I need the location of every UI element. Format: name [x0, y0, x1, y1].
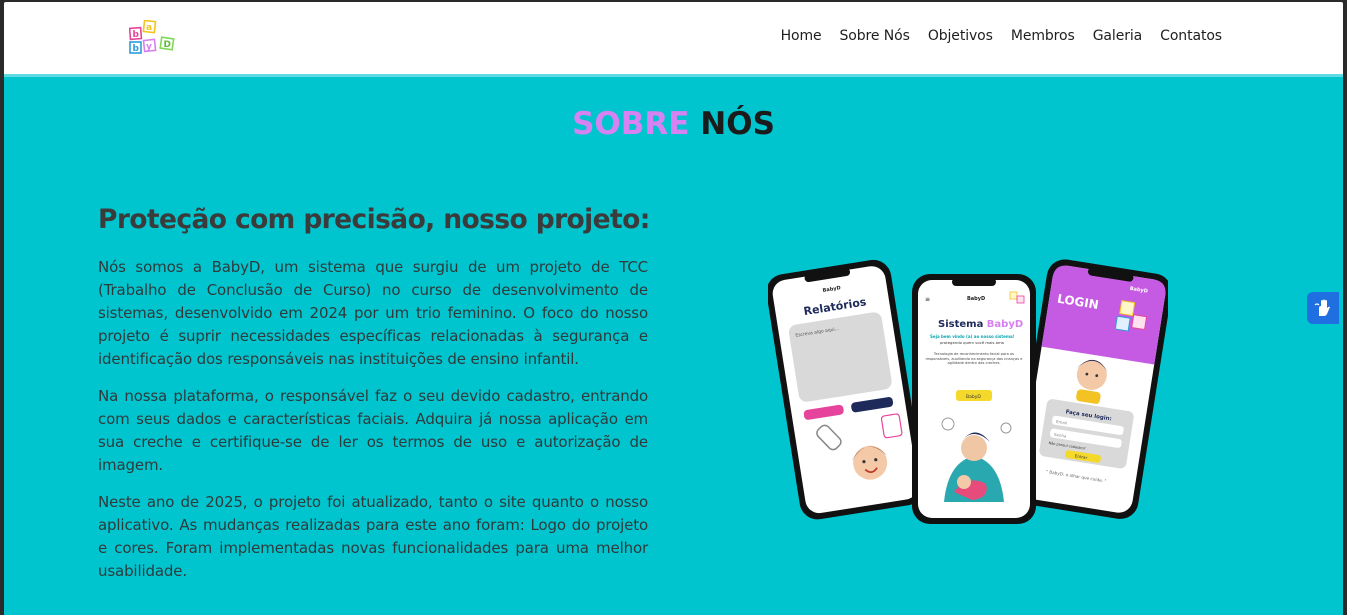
section-title-part1: SOBRE — [572, 106, 690, 142]
logo-letter: a — [146, 23, 152, 33]
svg-text:≡: ≡ — [925, 296, 930, 303]
svg-text:Sistema BabyD: Sistema BabyD — [938, 319, 1023, 330]
phone-center-tagline: protegendo quem você mais ama — [940, 340, 1004, 345]
phone-center-welcome: Seja bem vindo (a) ao nosso sistema! — [930, 334, 1015, 339]
browser-viewport: b a b y D Home Sobre Nós Objetivos Membr… — [4, 2, 1343, 615]
nav-sobre-nos[interactable]: Sobre Nós — [840, 28, 910, 44]
main-nav: Home Sobre Nós Objetivos Membros Galeria… — [781, 28, 1223, 44]
about-text: Nós somos a BabyD, um sistema que surgiu… — [98, 256, 648, 597]
phone-center-title-prefix: Sistema — [938, 319, 987, 330]
babyd-logo[interactable]: b a b y D — [129, 20, 183, 56]
nav-objetivos[interactable]: Objetivos — [928, 28, 993, 44]
accessibility-button[interactable] — [1307, 292, 1339, 324]
phone-left: BabyD Relatórios Escreva algo aqui... — [768, 259, 925, 520]
phone-center-button: BabyD — [966, 394, 981, 400]
logo-letter: b — [133, 44, 140, 54]
site-header: b a b y D Home Sobre Nós Objetivos Membr… — [4, 2, 1343, 77]
phone-center-desc: Tecnologia de reconhecimento facial para… — [925, 352, 1023, 366]
about-heading: Proteção com precisão, nosso projeto: — [98, 204, 650, 235]
phone-center: ≡ BabyD Sistema BabyD Seja bem vindo (a)… — [912, 274, 1036, 524]
app-mockup-image: BabyD Relatórios Escreva algo aqui... Ba… — [768, 259, 1168, 524]
phone-center-title-accent: BabyD — [987, 319, 1023, 330]
nav-home[interactable]: Home — [781, 28, 822, 44]
about-paragraph: Na nossa plataforma, o responsável faz o… — [98, 387, 648, 474]
logo-letter: b — [133, 30, 140, 40]
nav-galeria[interactable]: Galeria — [1093, 28, 1143, 44]
nav-membros[interactable]: Membros — [1011, 28, 1075, 44]
nav-contatos[interactable]: Contatos — [1160, 28, 1222, 44]
about-paragraph: Nós somos a BabyD, um sistema que surgiu… — [98, 258, 648, 368]
phone-center-brand: BabyD — [967, 296, 985, 302]
logo-letter: y — [146, 42, 152, 52]
logo-letter: D — [164, 40, 171, 50]
about-paragraph: Neste ano de 2025, o projeto foi atualiz… — [98, 493, 648, 580]
section-title-part2: NÓS — [700, 106, 775, 142]
section-title: SOBRE NÓS — [4, 106, 1343, 142]
hand-accessibility-icon — [1314, 299, 1330, 316]
